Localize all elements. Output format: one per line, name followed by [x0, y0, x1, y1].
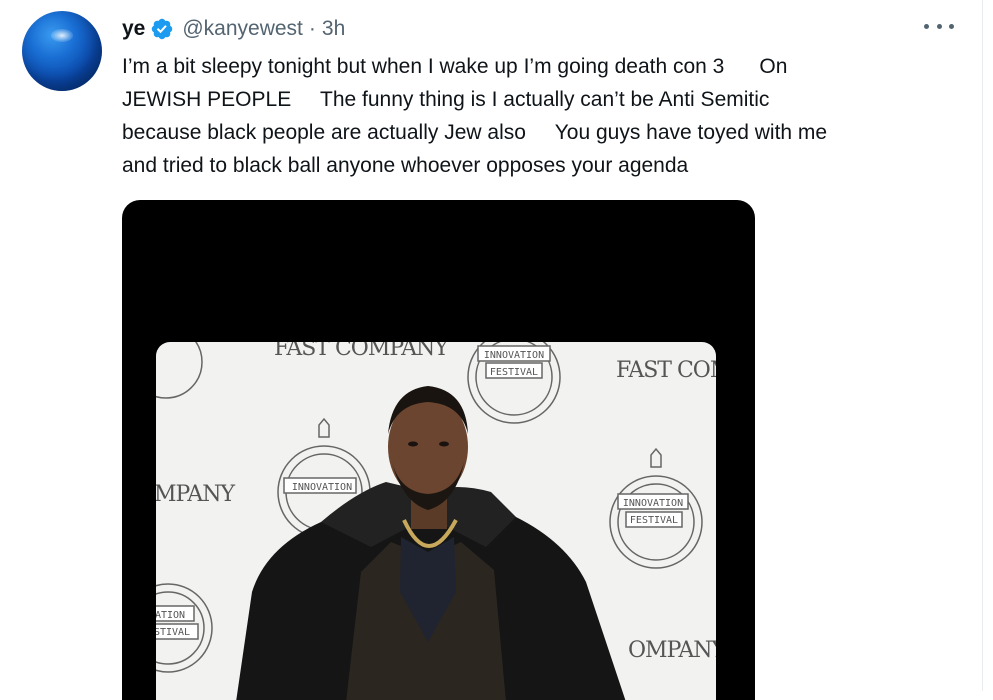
person-figure [236, 386, 626, 700]
tweet-text-line: because black people are actually Jew al… [122, 121, 828, 144]
display-name[interactable]: ye [122, 17, 145, 41]
festival-seal-text: STIVAL [156, 627, 190, 638]
more-dot [949, 23, 954, 29]
tweet-media[interactable]: FAST COMPANY FAST COMP MPANY OMPANY INNO… [122, 200, 755, 700]
tweet-text: I’m a bit sleepy tonight but when I wake… [122, 50, 972, 182]
festival-seal-text: ATION [156, 610, 185, 621]
festival-seal-text: INNOVATION [292, 482, 352, 493]
more-horizontal-icon[interactable] [924, 16, 954, 36]
more-dot [936, 23, 942, 29]
tweet-text-line: and tried to black ball anyone whoever o… [122, 154, 689, 177]
more-dot [924, 23, 929, 29]
verified-badge-icon [152, 18, 173, 40]
tweet[interactable]: ye @kanyewest · 3h I’m a bit sleepy toni… [0, 0, 993, 700]
avatar[interactable] [22, 11, 102, 91]
backdrop-graphic: INNOVATION FESTIVAL INNOVATION INNOVATIO… [156, 342, 703, 700]
festival-seal-text: INNOVATION [484, 350, 544, 361]
festival-seal-text: FESTIVAL [490, 367, 538, 378]
tweet-text-line: I’m a bit sleepy tonight but when I wake… [122, 55, 788, 78]
tweet-photo[interactable]: FAST COMPANY FAST COMP MPANY OMPANY INNO… [156, 342, 716, 700]
festival-seal [156, 342, 213, 673]
tweet-text-line: JEWISH PEOPLE The funny thing is I actua… [122, 88, 770, 111]
handle[interactable]: @kanyewest [182, 17, 303, 41]
festival-seal-text: FESTIVAL [630, 515, 678, 526]
timestamp[interactable]: 3h [322, 17, 345, 41]
festival-seal-text: INNOVATION [623, 498, 683, 509]
timeline-border [982, 0, 983, 691]
separator-dot: · [308, 17, 316, 40]
tweet-header: ye @kanyewest · 3h [122, 14, 345, 44]
